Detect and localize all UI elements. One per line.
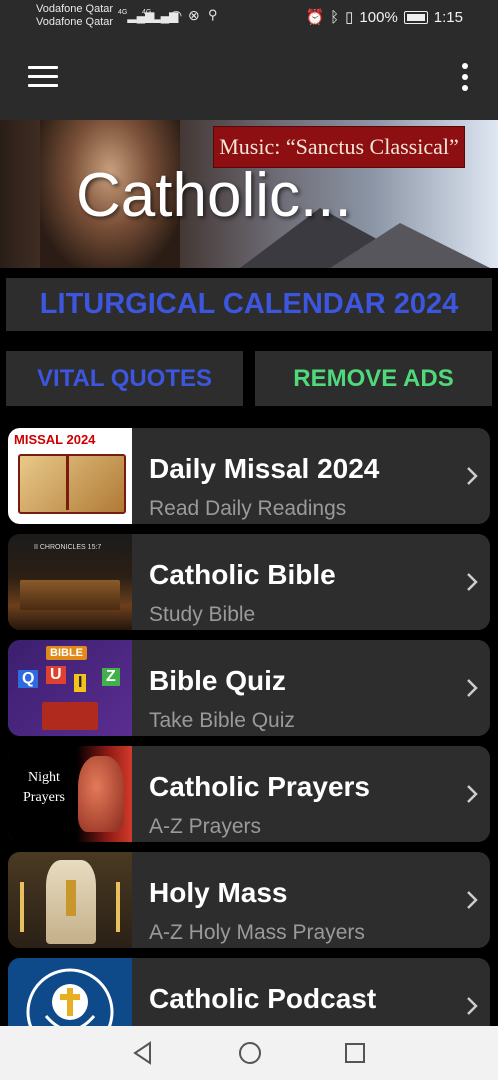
list-item-bible-quiz[interactable]: BIBLE Q U I Z Bible Quiz Take Bible Quiz bbox=[8, 640, 490, 736]
battery-percent: 100% bbox=[359, 8, 398, 26]
card-subtitle: Read Daily Readings bbox=[149, 497, 347, 520]
card-title: Bible Quiz bbox=[149, 665, 286, 696]
praying-hands-image bbox=[78, 756, 124, 832]
chevron-right-icon bbox=[467, 467, 478, 485]
prayers-thumb-label: Night Prayers bbox=[23, 770, 65, 805]
missal-thumb-label: MISSAL 2024 bbox=[14, 432, 96, 447]
quiz-thumb-label: BIBLE bbox=[46, 646, 87, 660]
list-item-daily-missal[interactable]: MISSAL 2024 Daily Missal 2024 Read Daily… bbox=[8, 428, 490, 524]
mountain-image-2 bbox=[330, 223, 490, 268]
banner-title: Catholic... bbox=[76, 161, 352, 230]
quiz-letter-u: U bbox=[46, 666, 66, 684]
no-sim-icon: ⊗ bbox=[188, 7, 200, 23]
usb-icon: ⚲ bbox=[208, 7, 218, 22]
liturgical-calendar-button[interactable]: LITURGICAL CALENDAR 2024 bbox=[6, 278, 492, 331]
alarm-icon: ⏰ bbox=[305, 9, 325, 26]
card-title: Catholic Bible bbox=[149, 559, 336, 590]
card-subtitle: A-Z Prayers bbox=[149, 815, 262, 838]
hamburger-menu-icon[interactable] bbox=[28, 66, 58, 88]
vibrate-icon: ▯ bbox=[345, 9, 354, 26]
prayers-thumbnail: Night Prayers bbox=[8, 746, 132, 842]
status-right: ⏰ ᛒ ▯ 100% 1:15 bbox=[305, 8, 463, 27]
battery-icon bbox=[403, 10, 428, 24]
nav-home-icon[interactable] bbox=[237, 1040, 263, 1066]
system-nav-bar bbox=[0, 1026, 498, 1080]
candle-right-image bbox=[116, 882, 120, 932]
carrier-1: Vodafone Qatar bbox=[36, 3, 114, 15]
missal-book-spine bbox=[66, 454, 69, 510]
remove-ads-button[interactable]: REMOVE ADS bbox=[255, 351, 492, 406]
card-title: Daily Missal 2024 bbox=[149, 453, 380, 484]
status-bar: Vodafone Qatar Vodafone Qatar 4G▂▄▆ 4G▂▄… bbox=[0, 0, 498, 36]
candle-left-image bbox=[20, 882, 24, 932]
carrier-2: Vodafone Qatar bbox=[36, 16, 114, 28]
chevron-right-icon bbox=[467, 891, 478, 909]
chevron-right-icon bbox=[467, 573, 478, 591]
clock: 1:15 bbox=[433, 8, 463, 26]
chevron-right-icon bbox=[467, 785, 478, 803]
quiz-book-image bbox=[42, 702, 98, 730]
chevron-right-icon bbox=[467, 679, 478, 697]
list-item-catholic-bible[interactable]: II CHRONICLES 15:7 Catholic Bible Study … bbox=[8, 534, 490, 630]
list-item-holy-mass[interactable]: Holy Mass A-Z Holy Mass Prayers bbox=[8, 852, 490, 948]
missal-thumbnail: MISSAL 2024 bbox=[8, 428, 132, 524]
chevron-right-icon bbox=[467, 997, 478, 1015]
mass-thumbnail bbox=[8, 852, 132, 948]
card-subtitle: Take Bible Quiz bbox=[149, 709, 295, 732]
quiz-letter-i: I bbox=[74, 674, 87, 692]
vital-quotes-button[interactable]: VITAL QUOTES bbox=[6, 351, 243, 406]
bible-book-image bbox=[20, 580, 120, 610]
bible-thumb-verse: II CHRONICLES 15:7 bbox=[34, 544, 102, 551]
card-title: Holy Mass bbox=[149, 877, 288, 908]
music-banner[interactable]: Music: “Sanctus Classical” Catholic... bbox=[0, 120, 498, 268]
wifi-icon: ◠ bbox=[170, 7, 183, 23]
list-item-catholic-prayers[interactable]: Night Prayers Catholic Prayers A-Z Praye… bbox=[8, 746, 490, 842]
app-bar bbox=[0, 36, 498, 120]
bluetooth-icon: ᛒ bbox=[330, 8, 340, 26]
card-title: Catholic Prayers bbox=[149, 771, 370, 802]
carrier-names: Vodafone Qatar Vodafone Qatar bbox=[36, 3, 113, 29]
quiz-thumbnail: BIBLE Q U I Z bbox=[8, 640, 132, 736]
card-subtitle: Study Bible bbox=[149, 603, 256, 626]
quiz-letter-q: Q bbox=[18, 670, 39, 688]
card-title: Catholic Podcast bbox=[149, 983, 377, 1014]
bible-thumbnail: II CHRONICLES 15:7 bbox=[8, 534, 132, 630]
nav-recents-icon[interactable] bbox=[342, 1040, 368, 1066]
quiz-letter-z: Z bbox=[102, 668, 120, 686]
chalice-image bbox=[66, 880, 76, 916]
missal-book-image bbox=[18, 454, 126, 514]
nav-back-icon[interactable] bbox=[130, 1040, 156, 1066]
more-vert-icon[interactable] bbox=[462, 63, 468, 91]
card-subtitle: A-Z Holy Mass Prayers bbox=[149, 921, 365, 944]
